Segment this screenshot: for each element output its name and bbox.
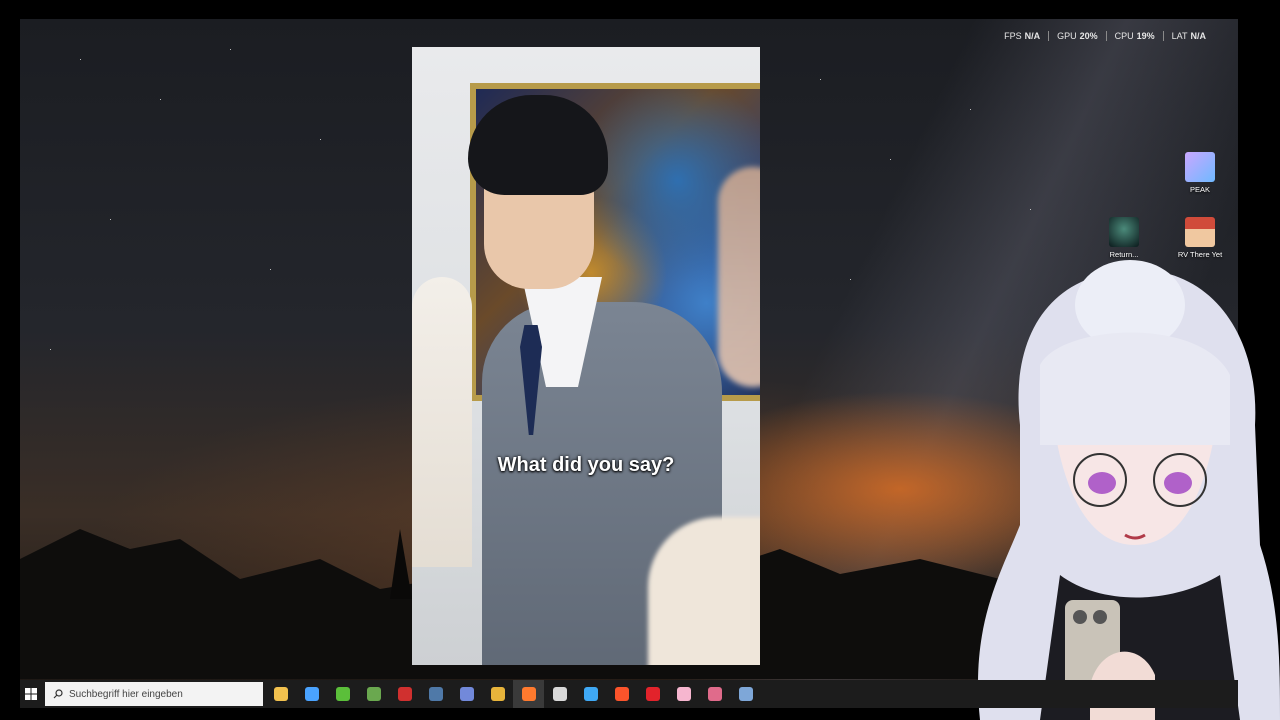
minecraft-icon <box>366 687 381 701</box>
search-placeholder: Suchbegriff hier eingeben <box>69 688 183 700</box>
firefox-icon <box>521 687 536 701</box>
app-pink-icon <box>676 687 691 701</box>
store-icon <box>304 687 319 701</box>
taskbar-app-brave[interactable] <box>606 680 637 708</box>
taskbar-app-app-pink[interactable] <box>668 680 699 708</box>
taskbar-app-xbox[interactable] <box>327 680 358 708</box>
app-bar-icon <box>707 687 722 701</box>
taskbar-app-app-blue[interactable] <box>575 680 606 708</box>
taskbar-app-discord[interactable] <box>451 680 482 708</box>
taskbar-search-box[interactable]: Suchbegriff hier eingeben <box>45 682 263 706</box>
search-icon <box>53 689 63 699</box>
taskbar-app-chrome[interactable] <box>482 680 513 708</box>
taskbar-app-file-explorer[interactable] <box>265 680 296 708</box>
game-app-icon <box>397 687 412 701</box>
peak-game-icon <box>1185 152 1215 182</box>
star <box>970 109 971 110</box>
taskbar-app-app-bar[interactable] <box>699 680 730 708</box>
video-subtitle: What did you say? <box>497 454 675 476</box>
app-blue-icon <box>583 687 598 701</box>
star <box>80 59 81 60</box>
star <box>850 279 851 280</box>
taskbar-app-steam[interactable] <box>420 680 451 708</box>
star <box>820 79 821 80</box>
steam-2-icon <box>738 687 753 701</box>
opera-icon <box>645 687 660 701</box>
start-button[interactable] <box>20 680 42 708</box>
xbox-icon <box>335 687 350 701</box>
taskbar-app-steam-2[interactable] <box>730 680 761 708</box>
star <box>320 139 321 140</box>
windows-logo-icon <box>25 688 37 700</box>
star <box>890 159 891 160</box>
chrome-icon <box>490 687 505 701</box>
file-explorer-icon <box>273 687 288 701</box>
taskbar-app-minecraft[interactable] <box>358 680 389 708</box>
gpu-readout: GPU 20% <box>1048 31 1106 41</box>
taskbar-app-game-app[interactable] <box>389 680 420 708</box>
star <box>230 49 231 50</box>
taskbar-app-firefox[interactable] <box>513 680 544 708</box>
return-game-icon <box>1109 217 1139 247</box>
star <box>110 219 111 220</box>
cpu-readout: CPU 19% <box>1105 31 1163 41</box>
desktop-icon-peak[interactable]: PEAK <box>1170 152 1230 194</box>
star <box>1030 209 1031 210</box>
star <box>270 269 271 270</box>
steam-icon <box>428 687 443 701</box>
performance-overlay: FPS N/A GPU 20% CPU 19% LAT N/A <box>996 31 1214 41</box>
taskbar-app-store[interactable] <box>296 680 327 708</box>
star <box>160 99 161 100</box>
latency-readout: LAT N/A <box>1162 31 1214 41</box>
taskbar-app-opera[interactable] <box>637 680 668 708</box>
discord-icon <box>459 687 474 701</box>
taskbar-app-obs[interactable] <box>544 680 575 708</box>
background-person <box>412 277 472 567</box>
obs-icon <box>552 687 567 701</box>
taskbar: Suchbegriff hier eingeben <box>20 680 1238 708</box>
star <box>50 349 51 350</box>
blurred-woman <box>718 167 760 387</box>
taskbar-apps <box>265 680 761 708</box>
video-player[interactable]: What did you say? <box>412 47 760 665</box>
vtuber-avatar <box>978 260 1280 720</box>
rv-there-yet-icon <box>1185 217 1215 247</box>
desktop-icon-label: PEAK <box>1189 185 1210 194</box>
brave-icon <box>614 687 629 701</box>
fps-readout: FPS N/A <box>1004 31 1041 41</box>
